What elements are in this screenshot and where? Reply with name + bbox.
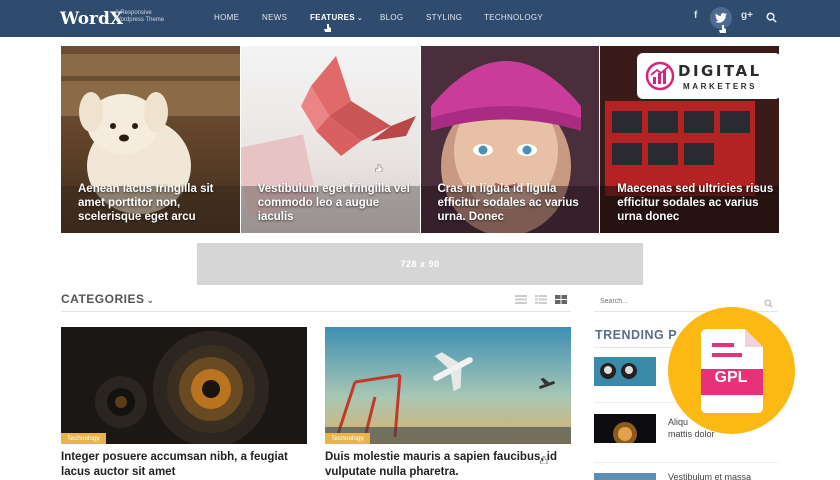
slide-title[interactable]: Vestibulum eget fringilla vel commodo le…: [258, 182, 418, 224]
categories-divider: [61, 311, 571, 312]
view-switcher: [515, 295, 567, 304]
post-title[interactable]: Integer posuere accumsan nibh, a feugiat…: [61, 450, 307, 480]
logo-title: DIGITAL: [678, 62, 762, 80]
planet-thumbnail: [594, 414, 656, 443]
trending-heading: TRENDING P: [595, 328, 678, 342]
chevron-down-icon: ⌄: [146, 295, 155, 305]
trending-thumbnail[interactable]: [594, 414, 656, 443]
digital-marketers-logo: DIGITAL MARKETERS: [637, 53, 781, 99]
menu-item-features-label: FEATURES: [310, 13, 355, 22]
hand-cursor-icon: [374, 164, 382, 172]
menu-item-news[interactable]: NEWS: [262, 13, 310, 22]
top-navbar: WordX A Responsive Wordpress Theme HOME …: [0, 0, 840, 37]
menu-item-blog[interactable]: BLOG: [380, 13, 426, 22]
categories-heading-label: CATEGORIES: [61, 292, 145, 306]
trending-title[interactable]: Vestibulum et massa: [668, 471, 751, 480]
slide-title[interactable]: Maecenas sed ultricies risus efficitur s…: [617, 182, 777, 224]
detailed-list-view-icon[interactable]: [535, 295, 547, 304]
hand-cursor-icon: [324, 24, 331, 32]
search-icon[interactable]: [766, 12, 777, 23]
search-input[interactable]: [600, 298, 750, 305]
trending-thumbnail[interactable]: [594, 470, 656, 480]
site-logo[interactable]: WordX: [60, 9, 123, 29]
list-view-icon[interactable]: [515, 295, 527, 304]
hand-cursor-icon: [719, 25, 726, 33]
search-icon[interactable]: [764, 299, 773, 308]
slide-3[interactable]: Cras in ligula id ligula efficitur sodal…: [420, 46, 600, 233]
logo-subtitle: MARKETERS: [683, 82, 758, 91]
trending-thumbnail[interactable]: [594, 357, 656, 386]
post-title[interactable]: Duis molestie mauris a sapien faucibus, …: [325, 450, 571, 480]
chevron-down-icon: ⌄: [356, 15, 364, 22]
post-card[interactable]: Technology Duis molestie mauris a sapien…: [325, 327, 571, 480]
google-plus-icon[interactable]: g+: [741, 10, 753, 21]
menu-item-features[interactable]: FEATURES ⌄: [310, 13, 380, 22]
slide-1[interactable]: Aenean lacus fringilla sit amet porttito…: [61, 46, 240, 233]
post-card[interactable]: Technology Integer posuere accumsan nibh…: [61, 327, 307, 480]
site-tagline: A Responsive Wordpress Theme: [115, 10, 165, 23]
faces-thumbnail: [594, 357, 656, 386]
categories-heading[interactable]: CATEGORIES ⌄: [61, 292, 155, 306]
camera-lens-photo: [61, 327, 307, 444]
hand-cursor-icon: [540, 456, 548, 464]
growth-chart-icon: [645, 61, 675, 91]
ad-banner[interactable]: 728 x 90: [197, 243, 643, 285]
post-thumbnail[interactable]: Technology: [325, 327, 571, 444]
facebook-icon[interactable]: f: [694, 10, 697, 21]
menu-item-home[interactable]: HOME: [214, 13, 262, 22]
grid-view-icon[interactable]: [555, 295, 567, 304]
menu-item-technology[interactable]: TECHNOLOGY: [484, 13, 543, 22]
slide-title[interactable]: Cras in ligula id ligula efficitur sodal…: [438, 182, 598, 224]
category-tag[interactable]: Technology: [325, 433, 370, 444]
trending-divider: [594, 462, 778, 463]
gpl-badge: GPL: [668, 307, 795, 434]
slide-title[interactable]: Aenean lacus fringilla sit amet porttito…: [78, 182, 238, 224]
post-thumbnail[interactable]: Technology: [61, 327, 307, 444]
category-tag[interactable]: Technology: [61, 433, 106, 444]
airplane-harbor-photo: [325, 327, 571, 444]
gpl-label: GPL: [714, 369, 748, 386]
twitter-icon: [715, 13, 727, 23]
slide-2[interactable]: Vestibulum eget fringilla vel commodo le…: [240, 46, 420, 233]
thumbnail: [594, 473, 656, 480]
ad-size-label: 728 x 90: [400, 259, 440, 269]
main-menu: HOME NEWS FEATURES ⌄ BLOG STYLING TECHNOL…: [214, 13, 543, 22]
menu-item-styling[interactable]: STYLING: [426, 13, 484, 22]
